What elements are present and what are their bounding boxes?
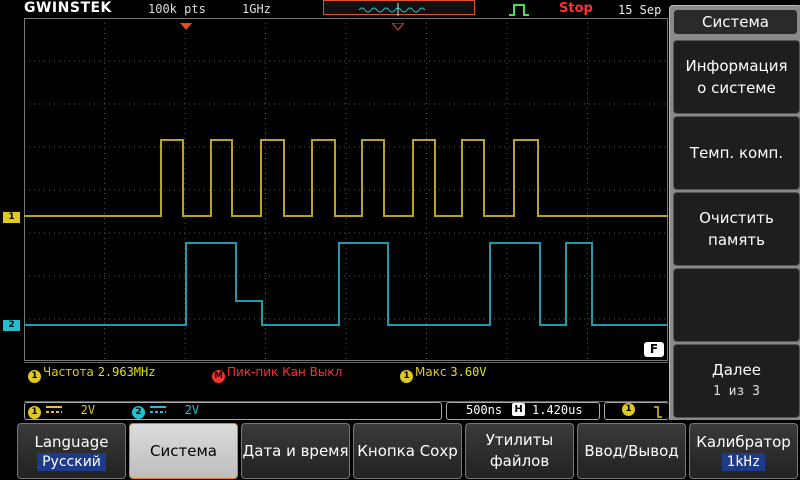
brand-logo: GWINSTEK	[24, 0, 112, 16]
system-info-button[interactable]: Информация о системе	[673, 40, 800, 114]
timebase-value[interactable]: 500ns	[466, 403, 502, 417]
memory-waveform-preview	[358, 3, 426, 16]
save-key-button[interactable]: Кнопка Сохр	[353, 423, 462, 479]
ch2-number-icon: 2	[132, 406, 145, 419]
ch1-volts-div: 2V	[80, 403, 96, 417]
calibrator-button[interactable]: Калибратор 1kHz	[689, 423, 798, 479]
button-label: Дата и время	[242, 441, 349, 460]
dc-coupling-icon	[149, 406, 166, 413]
file-utilities-button[interactable]: Утилиты файлов	[465, 423, 574, 479]
math-source-icon: M	[212, 370, 225, 383]
memory-overview-bar	[323, 0, 475, 16]
side-menu: Система Информация о системе Темп. комп.…	[669, 5, 800, 422]
date-display: 15 Sep	[618, 3, 662, 17]
side-menu-title: Система	[674, 10, 797, 34]
io-button[interactable]: Ввод/Вывод	[577, 423, 686, 479]
measurement-value: 2.963MHz	[97, 365, 156, 379]
button-label: Language	[34, 432, 109, 451]
measurement-label: Макс	[415, 365, 447, 379]
measurement-frequency: 1 Частота 2.963MHz	[28, 365, 155, 383]
button-label: Темп. комп.	[689, 144, 784, 162]
waveform-display	[24, 18, 668, 361]
ch1-source-icon: 1	[400, 370, 413, 383]
language-value: Русский	[37, 452, 106, 471]
filter-badge: F	[644, 342, 664, 357]
measurement-max: 1 Макс 3.60V	[400, 365, 487, 383]
system-menu-button[interactable]: Система	[129, 423, 238, 479]
button-label: Утилиты файлов	[485, 431, 554, 470]
calibrator-frequency: 1kHz	[721, 452, 766, 471]
run-stop-status: Stop	[559, 1, 593, 16]
record-length: 100k pts	[148, 2, 206, 16]
ch2-offset-marker[interactable]: 2	[3, 320, 20, 331]
ch1-offset-marker[interactable]: 1	[3, 212, 20, 223]
date-time-button[interactable]: Дата и время	[241, 423, 350, 479]
horizontal-position-icon: H	[512, 403, 525, 416]
sample-rate: 1GHz	[242, 2, 271, 16]
button-label: Ввод/Вывод	[584, 441, 679, 460]
ch1-status[interactable]: 1 2V	[28, 403, 95, 419]
ch2-status[interactable]: 2 2V	[132, 403, 199, 419]
measurement-label: Частота	[43, 365, 94, 379]
measurement-value: 3.60V	[450, 365, 487, 379]
page-indicator: 1 из 3	[713, 384, 760, 399]
graticule	[24, 18, 668, 361]
measurement-peak-to-peak: M Пик-пик Кан Выкл	[212, 365, 342, 383]
button-label: Далее	[712, 361, 761, 379]
button-label: Кнопка Сохр	[357, 441, 458, 460]
button-label: Калибратор	[696, 432, 791, 451]
ch2-volts-div: 2V	[184, 403, 200, 417]
ch1-number-icon: 1	[28, 406, 41, 419]
button-label: Информация о системе	[685, 57, 788, 97]
horizontal-position-value[interactable]: 1.420us	[532, 403, 583, 417]
next-page-button[interactable]: Далее 1 из 3	[673, 344, 800, 418]
button-label: Очистить память	[699, 209, 774, 249]
temp-compensation-button[interactable]: Темп. комп.	[673, 116, 800, 190]
measurement-label: Пик-пик Кан Выкл	[227, 365, 343, 379]
language-button[interactable]: Language Русский	[17, 423, 126, 479]
trigger-source-icon: 1	[622, 403, 635, 416]
dc-coupling-icon	[45, 406, 62, 413]
button-label: Система	[150, 441, 217, 460]
ch1-source-icon: 1	[28, 370, 41, 383]
clear-memory-button[interactable]: Очистить память	[673, 192, 800, 266]
empty-side-button[interactable]	[673, 268, 800, 342]
